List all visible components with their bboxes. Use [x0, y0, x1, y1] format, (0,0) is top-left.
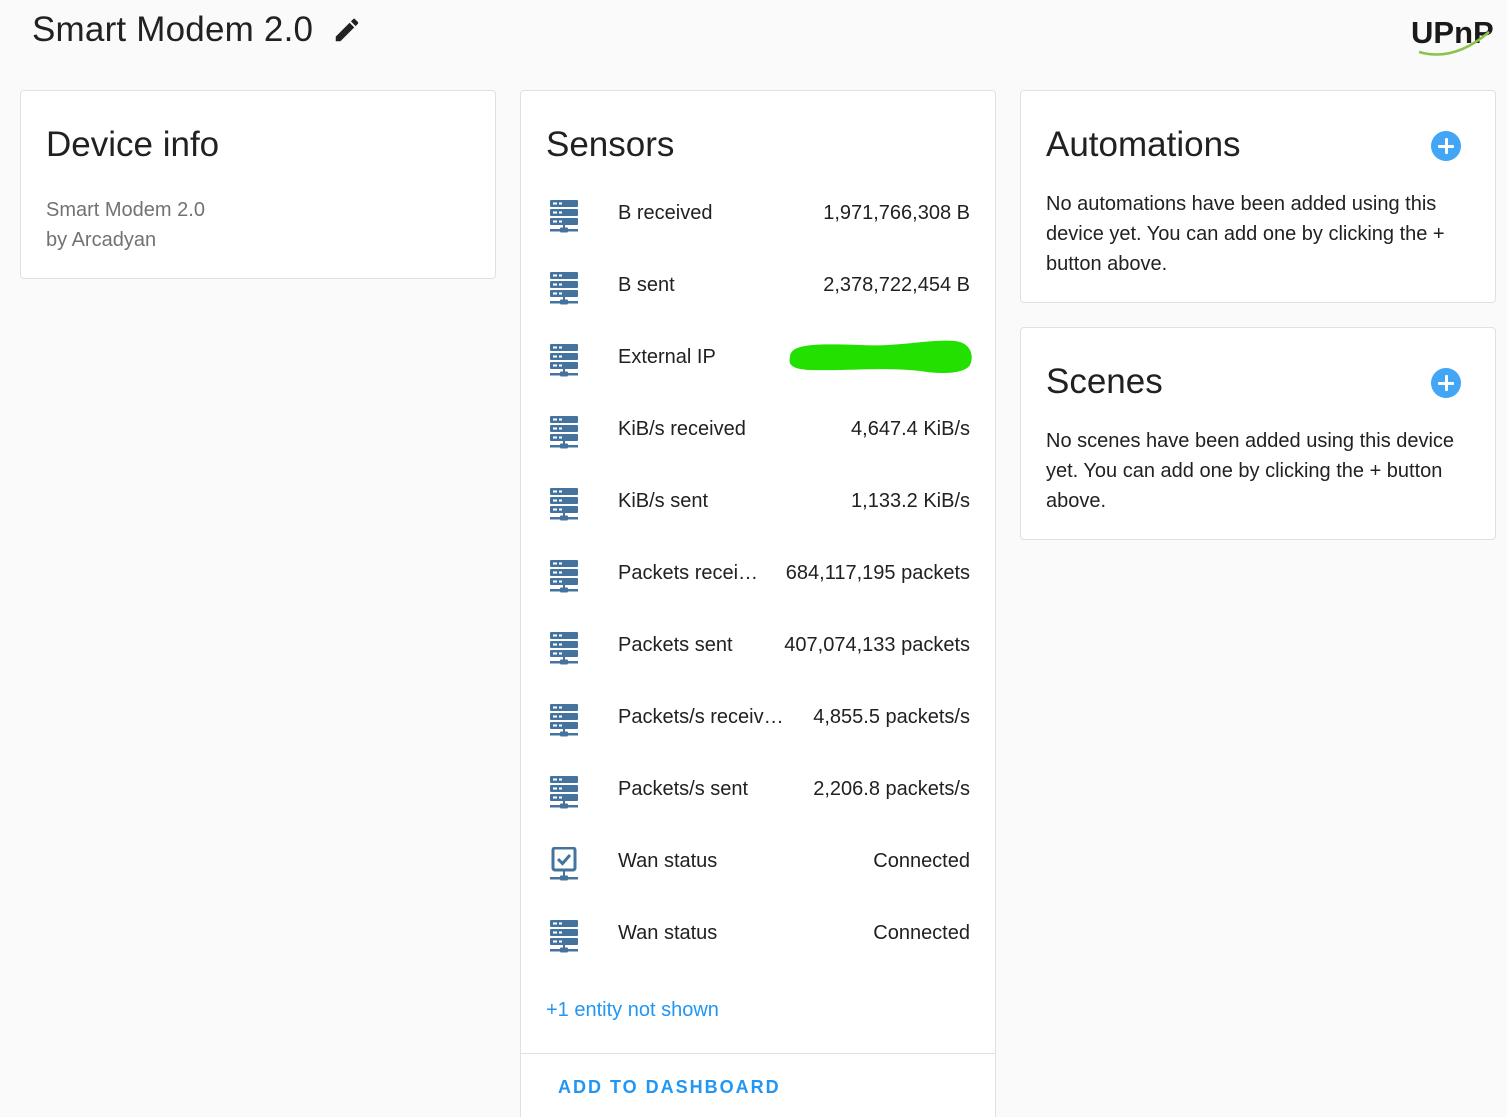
- sensors-title: Sensors: [546, 125, 675, 164]
- pencil-icon[interactable]: [331, 14, 363, 46]
- sensor-value: 2,206.8 packets/s: [813, 778, 970, 800]
- sensor-row-b-received[interactable]: B received 1,971,766,308 B: [521, 177, 995, 249]
- sensor-value: 4,647.4 KiB/s: [851, 418, 970, 440]
- scenes-title: Scenes: [1046, 362, 1163, 401]
- logo-text: UPnP: [1411, 15, 1493, 50]
- server-network-icon: [550, 272, 578, 305]
- add-scene-icon[interactable]: [1431, 368, 1461, 398]
- sensor-value: 2,378,722,454 B: [823, 274, 970, 296]
- add-to-dashboard-button[interactable]: ADD TO DASHBOARD: [558, 1077, 781, 1098]
- upnp-logo: UPnP: [1409, 10, 1494, 56]
- sensor-value: 1,133.2 KiB/s: [851, 490, 970, 512]
- scenes-card: Scenes No scenes have been added using t…: [1020, 327, 1496, 540]
- hidden-entities-link[interactable]: +1 entity not shown: [546, 999, 719, 1022]
- redaction-scribble: [789, 340, 972, 373]
- automations-empty-text: No automations have been added using thi…: [1046, 193, 1445, 275]
- sensor-row-kibs-received[interactable]: KiB/s received 4,647.4 KiB/s: [521, 393, 995, 465]
- server-network-icon: [550, 632, 578, 665]
- sensor-name: Packets sent: [618, 634, 733, 656]
- sensor-name: Wan status: [618, 850, 718, 872]
- sensor-name: B received: [618, 202, 713, 224]
- sensor-row-packets-received[interactable]: Packets recei… 684,117,195 packets: [521, 537, 995, 609]
- sensor-name: KiB/s sent: [618, 490, 709, 512]
- sensor-name: Packets/s sent: [618, 778, 749, 800]
- sensor-row-wan-status-2[interactable]: Wan status Connected: [521, 897, 995, 969]
- automations-card: Automations No automations have been add…: [1020, 90, 1496, 303]
- server-network-icon: [550, 704, 578, 737]
- scenes-empty-text: No scenes have been added using this dev…: [1046, 430, 1455, 512]
- sensor-value: Connected: [873, 850, 970, 872]
- device-info-title: Device info: [46, 125, 220, 164]
- card-divider: [521, 1053, 995, 1054]
- server-network-icon: [550, 488, 578, 521]
- sensor-value: 4,855.5 packets/s: [813, 706, 970, 728]
- checkbox-network-icon: [550, 847, 578, 881]
- sensor-name: Wan status: [618, 922, 718, 944]
- server-network-icon: [550, 200, 578, 233]
- sensor-row-b-sent[interactable]: B sent 2,378,722,454 B: [521, 249, 995, 321]
- sensor-value: 684,117,195 packets: [785, 562, 970, 584]
- sensor-row-packets-sent[interactable]: Packets sent 407,074,133 packets: [521, 609, 995, 681]
- sensor-row-external-ip[interactable]: External IP: [521, 321, 995, 393]
- server-network-icon: [550, 776, 578, 809]
- sensor-value: 1,971,766,308 B: [823, 202, 970, 224]
- device-manufacturer: by Arcadyan: [46, 229, 157, 251]
- sensor-name: External IP: [618, 346, 716, 368]
- add-automation-icon[interactable]: [1431, 131, 1461, 161]
- sensor-row-kibs-sent[interactable]: KiB/s sent 1,133.2 KiB/s: [521, 465, 995, 537]
- server-network-icon: [550, 920, 578, 953]
- sensor-row-packets-per-sec-received[interactable]: Packets/s receiv… 4,855.5 packets/s: [521, 681, 995, 753]
- automations-title: Automations: [1046, 125, 1241, 164]
- page-title: Smart Modem 2.0: [32, 10, 314, 49]
- server-network-icon: [550, 344, 578, 377]
- sensor-name: Packets/s receiv…: [618, 706, 784, 728]
- server-network-icon: [550, 560, 578, 593]
- sensor-value: 407,074,133 packets: [784, 634, 970, 656]
- sensor-name: Packets recei…: [618, 562, 759, 584]
- page-header: Smart Modem 2.0: [32, 8, 363, 52]
- device-model: Smart Modem 2.0: [46, 199, 205, 221]
- sensor-row-wan-status-1[interactable]: Wan status Connected: [521, 825, 995, 897]
- device-info-card: Device info Smart Modem 2.0 by Arcadyan: [20, 90, 496, 279]
- sensor-name: B sent: [618, 274, 675, 296]
- sensor-name: KiB/s received: [618, 418, 746, 440]
- sensor-value: Connected: [873, 922, 970, 944]
- sensor-row-packets-per-sec-sent[interactable]: Packets/s sent 2,206.8 packets/s: [521, 753, 995, 825]
- sensors-card: Sensors B received 1,971,766,308 B B sen…: [520, 90, 996, 1117]
- server-network-icon: [550, 416, 578, 449]
